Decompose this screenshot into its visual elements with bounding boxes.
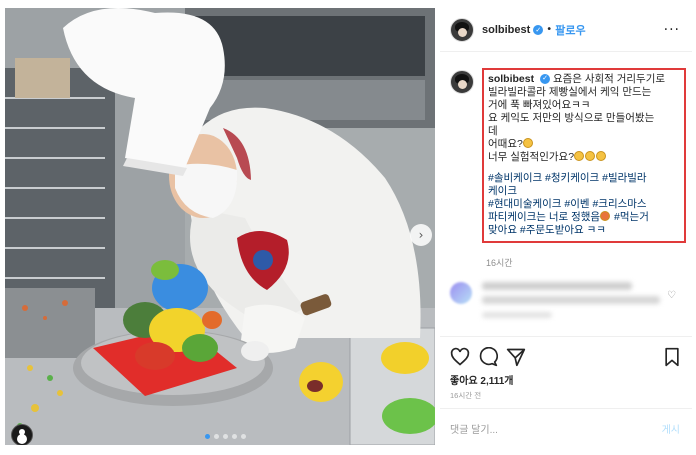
- verified-badge-icon: ✓: [533, 24, 544, 35]
- follow-button[interactable]: 팔로우: [555, 22, 585, 38]
- blurred-comment: ♡: [450, 276, 686, 324]
- carousel-dot: [223, 434, 228, 439]
- post-timestamp: 16시간 전: [450, 391, 482, 400]
- add-comment-bar: 댓글 달기... 게시: [440, 408, 692, 445]
- kitchen-photo-illustration: [5, 8, 435, 445]
- bookmark-icon[interactable]: [662, 347, 682, 367]
- likes-count[interactable]: 좋아요 2,111개: [450, 372, 514, 387]
- grin-emoji-icon: [522, 138, 533, 148]
- carousel-dots: [205, 434, 246, 439]
- caption-line: 파티케이크는 너로 정했음 #먹는거: [488, 211, 680, 224]
- caption-text: 요 케익도 저만의 방식으로 만들어봤는: [488, 112, 655, 124]
- next-arrow-icon[interactable]: ›: [410, 224, 432, 246]
- comment-like-icon[interactable]: ♡: [667, 290, 676, 301]
- header-username[interactable]: solbibest: [482, 24, 530, 36]
- hashtag-line[interactable]: #솔비케이크 #청키케이크 #빌라빌라: [488, 172, 680, 185]
- blurred-comment-meta: [482, 312, 552, 318]
- grin-emoji-icon: [574, 151, 585, 161]
- blurred-comment-text: [482, 282, 632, 290]
- like-heart-icon[interactable]: [450, 347, 470, 367]
- caption-text: 너무 실험적인가요?: [488, 151, 575, 163]
- caption-text: 어때요?: [488, 138, 523, 150]
- action-bar: [440, 336, 692, 372]
- hashtag-line[interactable]: 케이크: [488, 185, 680, 198]
- carousel-dot: [214, 434, 219, 439]
- carousel-dot: [205, 434, 210, 439]
- hashtag-line[interactable]: 맞아요 #주문도받아요 ㅋㅋ: [488, 224, 680, 237]
- comment-bubble-icon[interactable]: [478, 347, 498, 367]
- post-side-panel: solbibest ✓ • 팔로우 ··· solbibest ✓ 요즘은 사회…: [440, 8, 692, 445]
- caption-block: solbibest ✓ 요즘은 사회적 거리두기로 빌라빌라콜라 제빵실에서 케…: [450, 68, 686, 243]
- caption-line: 어때요?: [488, 138, 680, 151]
- caption-text: 데: [488, 125, 498, 137]
- grin-emoji-icon: [585, 151, 596, 161]
- more-options-icon[interactable]: ···: [664, 22, 680, 38]
- caption-highlight-box: solbibest ✓ 요즘은 사회적 거리두기로 빌라빌라콜라 제빵실에서 케…: [482, 68, 686, 243]
- caption-age: 16시간: [486, 258, 513, 268]
- blurred-comment-text: [482, 296, 660, 304]
- carousel-dot: [241, 434, 246, 439]
- caption-avatar[interactable]: [450, 70, 474, 94]
- carousel-dot: [232, 434, 237, 439]
- love-emoji-icon: [600, 211, 611, 221]
- post-header: solbibest ✓ • 팔로우 ···: [440, 8, 692, 52]
- post-photo[interactable]: ›: [5, 8, 435, 445]
- add-comment-input[interactable]: 댓글 달기...: [450, 421, 498, 436]
- avatar[interactable]: [450, 17, 474, 42]
- caption-username[interactable]: solbibest: [488, 73, 534, 85]
- caption-line: 너무 실험적인가요?: [488, 151, 680, 164]
- verified-badge-icon: ✓: [540, 74, 551, 85]
- hashtag-line[interactable]: 파티케이크는 너로 정했음: [488, 211, 600, 223]
- commenter-avatar: [450, 282, 472, 304]
- grin-emoji-icon: [596, 151, 607, 161]
- hashtag-line[interactable]: #먹는거: [614, 211, 649, 223]
- user-tag-icon[interactable]: [11, 424, 33, 445]
- header-separator: •: [546, 24, 553, 35]
- share-paper-plane-icon[interactable]: [506, 347, 526, 367]
- caption-text: 거에 푹 빠져있어요ㅋㅋ: [488, 99, 591, 111]
- caption-text: 빌라빌라콜라 제빵실에서 케익 만드는: [488, 86, 652, 98]
- caption-text: 요즘은 사회적 거리두기로: [552, 73, 666, 85]
- caption-line: solbibest ✓ 요즘은 사회적 거리두기로: [488, 73, 680, 86]
- post-comment-button[interactable]: 게시: [662, 421, 680, 436]
- hashtag-line[interactable]: #현대미술케이크 #이벤 #크리스마스: [488, 198, 680, 211]
